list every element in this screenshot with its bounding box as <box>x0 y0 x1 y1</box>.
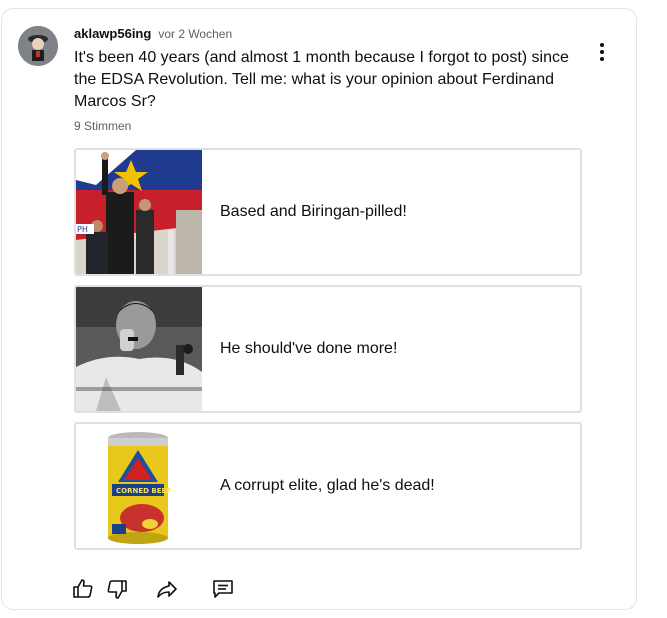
post-action-bar <box>66 572 240 606</box>
share-icon <box>157 581 177 598</box>
poll-option-1[interactable]: PH Based and Biringan-pilled! <box>74 148 582 276</box>
share-button[interactable] <box>150 572 184 606</box>
poll-option-label: Based and Biringan-pilled! <box>220 203 407 220</box>
comment-icon <box>213 580 233 598</box>
marcos-waving-photo: PH <box>76 150 202 274</box>
svg-text:CORNED BEEF: CORNED BEEF <box>116 487 171 495</box>
author-name[interactable]: aklawp56ing <box>74 26 151 41</box>
community-post-card: aklawp56ing vor 2 Wochen It's been 40 ye… <box>1 8 637 610</box>
poll-option-2[interactable]: He should've done more! <box>74 285 582 413</box>
poll-option-label: He should've done more! <box>220 340 398 357</box>
avatar[interactable] <box>18 26 58 66</box>
comment-button[interactable] <box>206 572 240 606</box>
vote-count: 9 Stimmen <box>74 119 132 133</box>
corned-beef-can-photo: CORNED BEEF <box>76 424 202 548</box>
author-line: aklawp56ing vor 2 Wochen <box>74 26 232 41</box>
thumbs-up-icon <box>73 579 93 598</box>
svg-text:PH: PH <box>77 225 88 234</box>
poll-option-label: A corrupt elite, glad he's dead! <box>220 477 435 494</box>
post-time[interactable]: vor 2 Wochen <box>158 27 232 41</box>
dislike-button[interactable] <box>100 572 134 606</box>
poll-option-3[interactable]: CORNED BEEF A corrupt elite, glad he's d… <box>74 422 582 550</box>
more-options-button[interactable] <box>590 37 614 67</box>
more-vert-icon-dot <box>600 57 604 61</box>
post-text: It's been 40 years (and almost 1 month b… <box>74 49 569 110</box>
like-button[interactable] <box>66 572 100 606</box>
marcos-black-and-white-photo <box>76 287 202 411</box>
thumbs-down-icon <box>107 580 127 599</box>
more-vert-icon-dot <box>600 50 604 54</box>
more-vert-icon <box>600 43 604 47</box>
